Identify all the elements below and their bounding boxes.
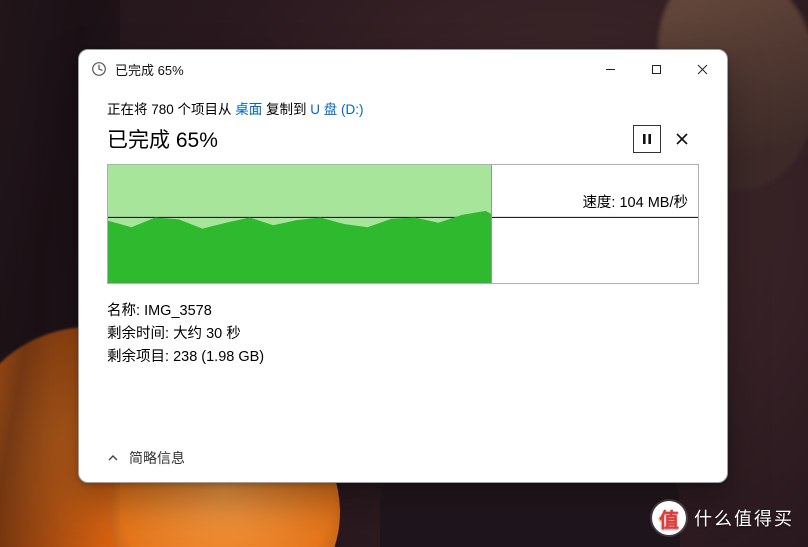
time-label: 剩余时间: [107, 326, 173, 342]
name-value: IMG_3578 [144, 303, 212, 319]
pause-button[interactable] [633, 125, 661, 153]
detail-time: 剩余时间: 大约 30 秒 [107, 323, 699, 346]
watermark: 值 什么值得买 [652, 501, 794, 535]
details-block: 名称: IMG_3578 剩余时间: 大约 30 秒 剩余项目: 238 (1.… [107, 300, 699, 370]
maximize-button[interactable] [633, 53, 679, 85]
minimize-button[interactable] [587, 53, 633, 85]
desktop-wallpaper: 已完成 65% 正在将 780 个项目从 桌面 复制到 U 盘 (D:) 已完成… [0, 0, 808, 547]
operation-prefix: 正在将 780 个项目从 [107, 102, 235, 117]
items-label: 剩余项目: [107, 349, 173, 365]
progress-text: 已完成 65% [107, 124, 629, 154]
file-copy-dialog: 已完成 65% 正在将 780 个项目从 桌面 复制到 U 盘 (D:) 已完成… [78, 49, 728, 483]
titlebar[interactable]: 已完成 65% [79, 50, 727, 88]
fewer-details-toggle[interactable]: 简略信息 [107, 448, 185, 468]
watermark-badge-icon: 值 [652, 501, 686, 535]
speed-chart: 速度: 104 MB/秒 [107, 164, 699, 284]
chevron-up-icon [107, 451, 119, 467]
window-title: 已完成 65% [115, 60, 184, 79]
name-label: 名称: [107, 303, 144, 319]
speed-label: 速度: 104 MB/秒 [582, 191, 688, 212]
fewer-details-label: 简略信息 [129, 448, 185, 468]
destination-link[interactable]: U 盘 (D:) [310, 102, 363, 117]
detail-items: 剩余项目: 238 (1.98 GB) [107, 346, 699, 369]
time-value: 大约 30 秒 [173, 326, 241, 342]
cancel-button[interactable] [665, 126, 699, 152]
close-button[interactable] [679, 53, 725, 85]
items-value: 238 (1.98 GB) [173, 349, 264, 365]
source-link[interactable]: 桌面 [235, 102, 262, 117]
operation-middle: 复制到 [262, 102, 310, 117]
detail-name: 名称: IMG_3578 [107, 300, 699, 323]
watermark-text: 什么值得买 [694, 505, 794, 531]
clock-icon [91, 61, 107, 77]
operation-description: 正在将 780 个项目从 桌面 复制到 U 盘 (D:) [107, 98, 699, 118]
